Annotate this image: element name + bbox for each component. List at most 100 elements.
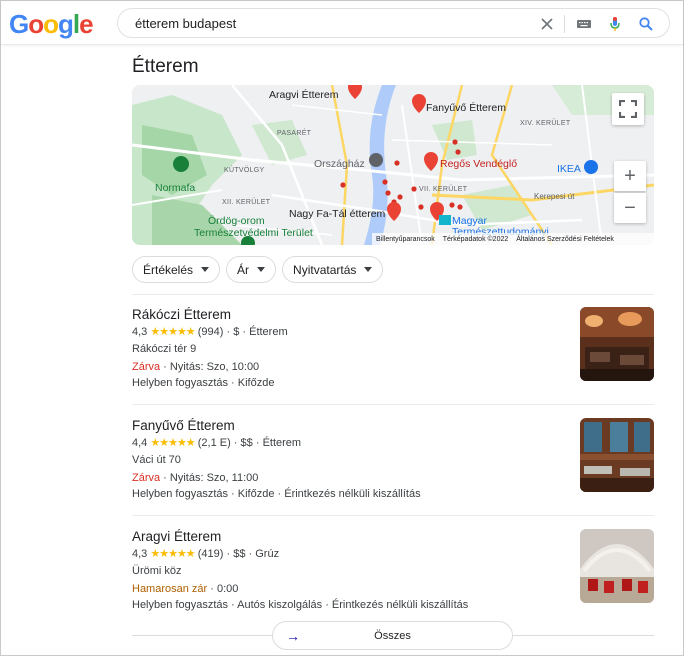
star-icons: ★★★★★ [150,437,195,449]
map-label: XIV. KERÜLET [520,120,571,127]
map-label: KÚTVÖLGY [224,167,265,174]
status-badge: Zárva [132,361,161,373]
clear-icon[interactable] [539,16,555,32]
result-item[interactable]: Fanyűvő Étterem 4,4 ★★★★★ (2,1 E) · $$ ·… [132,418,654,518]
map-label: PASARÉT [277,130,312,137]
microphone-icon[interactable] [607,16,623,32]
status-badge: Hamarosan zár [132,583,208,595]
logo-letter: G [9,9,29,39]
logo-letter: o [43,9,59,39]
result-name[interactable]: Fanyűvő Étterem [132,418,235,433]
price-level: $$ [240,437,253,449]
caret-down-icon [257,267,266,272]
map-label: XII. KERÜLET [222,199,271,206]
result-services: Helyben fogyasztás · Kifőzde [132,377,275,389]
map-footer: Billentyűparancsok Térképadatok ©2022 Ál… [372,233,654,245]
result-address: Ürömi köz [132,565,182,577]
review-count: (994) [197,326,224,338]
filter-price[interactable]: Ár [226,256,277,283]
result-hours: Zárva · Nyitás: Szo, 11:00 [132,472,259,484]
fullscreen-button[interactable] [612,93,644,125]
restaurant-photo [580,418,654,492]
caret-down-icon [364,267,373,272]
filter-bar: Értékelés Ár Nyitvatartás [132,256,384,283]
map-label: Természetvédelmi Terület [194,227,313,239]
logo-letter: g [58,9,74,39]
result-rating-line: 4,3 ★★★★★ (419) · $$ · Grúz [132,548,280,560]
price-level: $$ [233,548,246,560]
category: Étterem [249,326,288,338]
result-address: Váci út 70 [132,454,181,466]
result-photo[interactable] [580,307,654,381]
filter-rating[interactable]: Értékelés [132,256,221,283]
price-level: $ [233,326,240,338]
result-photo[interactable] [580,529,654,603]
map-label: IKEA [557,163,581,175]
divider [132,515,654,516]
category: Grúz [255,548,280,560]
opening-hours: Nyitás: Szo, 10:00 [169,361,260,373]
filter-label: Ár [237,262,250,277]
star-icons: ★★★★★ [150,548,195,560]
map-label: Országház [314,158,365,170]
review-count: (2,1 E) [197,437,231,449]
divider [132,635,272,636]
rating-value: 4,3 [132,548,148,560]
zoom-in-button[interactable]: + [614,161,646,191]
divider [132,294,654,295]
star-icons: ★★★★★ [150,326,195,338]
show-all-button[interactable]: → Összes [272,621,513,650]
search-icon[interactable] [638,16,654,32]
result-services: Helyben fogyasztás · Kifőzde · Érintkezé… [132,488,421,500]
caret-down-icon [201,267,210,272]
search-box[interactable]: étterem budapest [117,8,670,38]
review-count: (419) [197,548,224,560]
result-hours: Hamarosan zár · 0:00 [132,583,239,595]
search-divider [564,15,565,33]
result-services: Helyben fogyasztás · Autós kiszolgálás ·… [132,599,469,611]
result-photo[interactable] [580,418,654,492]
status-badge: Zárva [132,472,161,484]
keyboard-shortcuts-link[interactable]: Billentyűparancsok [376,236,435,243]
rating-value: 4,3 [132,326,148,338]
map-label: Kerepesi út [534,192,575,201]
show-all-label: Összes [374,630,411,642]
map-label: Normafa [155,182,196,194]
result-name[interactable]: Rákóczi Étterem [132,307,231,322]
logo-letter: o [28,9,44,39]
map-label[interactable]: Nagy Fa-Tál étterem [289,208,385,220]
map-label: Ördög-orom [208,215,265,227]
opening-hours: 0:00 [216,583,239,595]
header: Google étterem budapest [1,1,683,45]
result-hours: Zárva · Nyitás: Szo, 10:00 [132,361,260,373]
opening-hours: Nyitás: Szo, 11:00 [169,472,259,484]
keyboard-icon[interactable] [576,16,592,32]
restaurant-photo [580,529,654,603]
rating-value: 4,4 [132,437,148,449]
page-title: Étterem [132,56,199,77]
result-address: Rákóczi tér 9 [132,343,197,355]
map-label: VII. KERÜLET [419,186,468,193]
map-data-text: Térképadatok ©2022 [442,235,509,243]
result-rating-line: 4,3 ★★★★★ (994) · $ · Étterem [132,326,288,338]
map-label[interactable]: Aragvi Étterem [269,89,338,101]
divider [513,635,654,636]
fullscreen-icon [619,100,637,118]
search-input[interactable]: étterem budapest [135,16,236,31]
result-name[interactable]: Aragvi Étterem [132,529,221,544]
result-item[interactable]: Rákóczi Étterem 4,3 ★★★★★ (994) · $ · Ét… [132,307,654,407]
map-label[interactable]: Regős Vendéglő [440,158,517,170]
google-logo[interactable]: Google [9,9,94,40]
result-item[interactable]: Aragvi Étterem 4,3 ★★★★★ (419) · $$ · Gr… [132,529,654,629]
filter-label: Nyitvatartás [293,262,357,277]
result-rating-line: 4,4 ★★★★★ (2,1 E) · $$ · Étterem [132,437,302,449]
divider [132,404,654,405]
zoom-out-button[interactable]: − [614,193,646,223]
category: Étterem [262,437,302,449]
terms-link[interactable]: Általános Szerződési Feltételek [516,236,614,243]
map-label[interactable]: Fanyűvő Étterem [426,102,506,114]
filter-hours[interactable]: Nyitvatartás [282,256,384,283]
restaurant-photo [580,307,654,381]
map[interactable]: Aragvi Étterem Fanyűvő Étterem PASARÉT X… [132,85,654,245]
logo-letter: e [79,9,94,39]
